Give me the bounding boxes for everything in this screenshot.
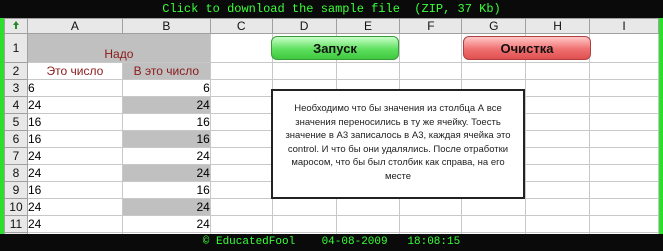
cell[interactable] (399, 215, 463, 233)
cell[interactable] (209, 164, 273, 182)
cell-a10[interactable]: 24 (26, 198, 123, 216)
cell-a9[interactable]: 16 (26, 181, 123, 199)
cell[interactable] (209, 96, 273, 114)
cell[interactable] (589, 181, 659, 199)
select-all-icon (12, 21, 19, 29)
cell[interactable] (209, 181, 273, 199)
cell[interactable] (209, 113, 273, 131)
col-a-label-cell[interactable]: Это число (26, 62, 123, 80)
cell-b7[interactable]: 24 (121, 147, 211, 165)
column-header-d[interactable]: D (271, 18, 337, 34)
column-header-e[interactable]: E (335, 18, 401, 34)
row-header-7[interactable]: 7 (4, 147, 28, 165)
cell[interactable] (589, 33, 659, 63)
cell[interactable] (589, 96, 659, 114)
cell-b8[interactable]: 24 (121, 164, 211, 182)
cell-a3[interactable]: 6 (26, 79, 123, 97)
cell[interactable] (271, 215, 337, 233)
cell[interactable] (525, 215, 591, 233)
cell[interactable] (589, 215, 659, 233)
footer-credits: © EducatedFool 04-08-2009 18:08:15 (0, 234, 663, 251)
cell[interactable] (525, 96, 591, 114)
cell[interactable] (461, 62, 527, 80)
cell-b3[interactable]: 6 (121, 79, 211, 97)
cell[interactable] (525, 130, 591, 148)
select-all-corner[interactable] (4, 18, 28, 34)
cell[interactable] (461, 198, 527, 216)
cell-a4[interactable]: 24 (26, 96, 123, 114)
cell[interactable] (271, 62, 337, 80)
cell-b10[interactable]: 24 (121, 198, 211, 216)
cell[interactable] (589, 164, 659, 182)
instruction-textbox: Необходимо что бы значения из столбца А … (271, 89, 525, 199)
cell[interactable] (399, 62, 463, 80)
cell-b11[interactable]: 24 (121, 215, 211, 233)
cell[interactable] (525, 147, 591, 165)
cell[interactable] (335, 62, 401, 80)
cell[interactable] (335, 198, 401, 216)
cell[interactable] (589, 62, 659, 80)
row-header-3[interactable]: 3 (4, 79, 28, 97)
cell[interactable] (209, 62, 273, 80)
col-b-label-cell[interactable]: В это число (121, 62, 211, 80)
cell[interactable] (209, 147, 273, 165)
row-header-5[interactable]: 5 (4, 113, 28, 131)
cell-a11[interactable]: 24 (26, 215, 123, 233)
row-header-2[interactable]: 2 (4, 62, 28, 80)
cell[interactable] (525, 62, 591, 80)
column-header-c[interactable]: C (209, 18, 273, 34)
cell[interactable] (589, 79, 659, 97)
cell[interactable] (589, 198, 659, 216)
cell[interactable] (399, 198, 463, 216)
cell[interactable] (399, 33, 463, 63)
column-header-i[interactable]: I (589, 18, 659, 34)
cell-b9[interactable]: 16 (121, 181, 211, 199)
cell-a6[interactable]: 16 (26, 130, 123, 148)
column-header-f[interactable]: F (399, 18, 463, 34)
cell[interactable] (209, 215, 273, 233)
cell-b6[interactable]: 16 (121, 130, 211, 148)
row-header-8[interactable]: 8 (4, 164, 28, 182)
merged-title-cell[interactable]: Надо (26, 33, 211, 63)
cell[interactable] (589, 130, 659, 148)
cell-a5[interactable]: 16 (26, 113, 123, 131)
cell[interactable] (589, 113, 659, 131)
cell[interactable] (271, 198, 337, 216)
column-header-g[interactable]: G (461, 18, 527, 34)
cell[interactable] (209, 130, 273, 148)
cell[interactable] (209, 198, 273, 216)
cell-a8[interactable]: 24 (26, 164, 123, 182)
cell[interactable] (461, 215, 527, 233)
cell[interactable] (525, 113, 591, 131)
column-header-a[interactable]: A (26, 18, 123, 34)
column-header-h[interactable]: H (525, 18, 591, 34)
cell[interactable] (209, 79, 273, 97)
cell[interactable] (525, 198, 591, 216)
row-header-10[interactable]: 10 (4, 198, 28, 216)
spreadsheet: A B C D E F G H I 1 Надо 2 Это число В э… (4, 18, 659, 234)
column-header-b[interactable]: B (121, 18, 211, 34)
cell[interactable] (525, 164, 591, 182)
cell[interactable] (525, 79, 591, 97)
row-header-1[interactable]: 1 (4, 33, 28, 63)
cell-b5[interactable]: 16 (121, 113, 211, 131)
cell-a7[interactable]: 24 (26, 147, 123, 165)
row-header-11[interactable]: 11 (4, 215, 28, 233)
run-button[interactable]: Запуск (271, 36, 399, 60)
cell[interactable] (589, 147, 659, 165)
download-link[interactable]: Click to download the sample file (ZIP, … (0, 0, 663, 18)
row-header-6[interactable]: 6 (4, 130, 28, 148)
row-header-4[interactable]: 4 (4, 96, 28, 114)
clear-button[interactable]: Очистка (463, 36, 591, 60)
cell-b4[interactable]: 24 (121, 96, 211, 114)
cell[interactable] (209, 33, 273, 63)
row-header-9[interactable]: 9 (4, 181, 28, 199)
cell[interactable] (525, 181, 591, 199)
cell[interactable] (335, 215, 401, 233)
